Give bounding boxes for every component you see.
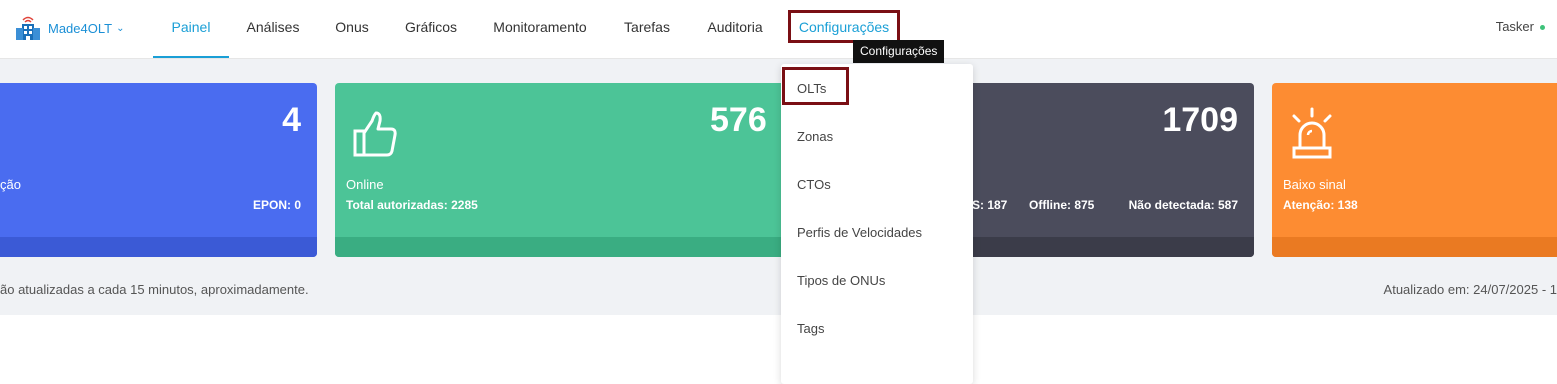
configuracoes-dropdown: OLTs Zonas CTOs Perfis de Velocidades Ti… [781, 64, 973, 384]
online-status-dot [1540, 25, 1545, 31]
nav-graficos[interactable]: Gráficos [404, 0, 458, 58]
nav-monitoramento[interactable]: Monitoramento [492, 0, 588, 58]
card-sub-nao-detectada: Não detectada: 587 [1128, 198, 1238, 212]
nav-painel[interactable]: Painel [153, 0, 229, 58]
card-sub-offline: Offline: 875 [1029, 198, 1095, 212]
card-number: 576 [710, 101, 767, 139]
dropdown-item-tipos-onus[interactable]: Tipos de ONUs [797, 273, 885, 288]
card-olts[interactable]: 4 ção EPON: 0 [0, 83, 317, 257]
dropdown-item-tags[interactable]: Tags [797, 321, 824, 336]
nav-analises[interactable]: Análises [245, 0, 301, 58]
user-menu[interactable]: Tasker [1496, 19, 1545, 34]
dashboard-content: 4 ção EPON: 0 576 Online Total autorizad… [0, 59, 1557, 315]
card-number: 1709 [1162, 101, 1238, 139]
card-online[interactable]: 576 Online Total autorizadas: 2285 [335, 83, 790, 257]
card-sub: Total autorizadas: 2285 [346, 198, 478, 212]
card-sub-los: S: 187 [972, 198, 1008, 212]
nav-tooltip: Configurações [853, 40, 945, 63]
nav-onus[interactable]: Onus [334, 0, 370, 58]
card-sub: Atenção: 138 [1283, 198, 1358, 212]
brand[interactable]: Made4OLT ⌄ [14, 14, 124, 42]
top-navbar: Made4OLT ⌄ Painel Análises Onus Gráficos… [0, 0, 1557, 59]
user-name: Tasker [1495, 19, 1534, 34]
alarm-siren-icon [1292, 107, 1332, 159]
dropdown-item-zonas[interactable]: Zonas [797, 129, 833, 144]
nav-auditoria[interactable]: Auditoria [704, 0, 766, 58]
card-footer [0, 237, 317, 257]
card-footer [1272, 237, 1557, 257]
card-label: Baixo sinal [1283, 177, 1346, 192]
card-total-onus[interactable]: 1709 S: 187 Offline: 875 Não detectada: … [960, 83, 1254, 257]
update-interval-note: ão atualizadas a cada 15 minutos, aproxi… [0, 282, 309, 297]
brand-name: Made4OLT [48, 20, 113, 36]
building-logo-icon [16, 16, 40, 40]
nav-tarefas[interactable]: Tarefas [622, 0, 672, 58]
card-number: 4 [282, 101, 301, 139]
card-label: ção [0, 177, 21, 192]
dropdown-item-perfis-velocidades[interactable]: Perfis de Velocidades [797, 225, 922, 240]
card-footer [960, 237, 1254, 257]
last-updated-text: Atualizado em: 24/07/2025 - 1 [1383, 282, 1557, 297]
card-baixo-sinal[interactable]: Baixo sinal Atenção: 138 [1272, 83, 1557, 257]
card-sub: EPON: 0 [252, 198, 301, 212]
card-label: Online [346, 177, 384, 192]
card-footer [335, 237, 790, 257]
dropdown-item-olts[interactable]: OLTs [797, 81, 826, 96]
dropdown-item-ctos[interactable]: CTOs [797, 177, 831, 192]
thumbs-up-icon [353, 111, 397, 157]
chevron-down-icon: ⌄ [116, 22, 125, 34]
